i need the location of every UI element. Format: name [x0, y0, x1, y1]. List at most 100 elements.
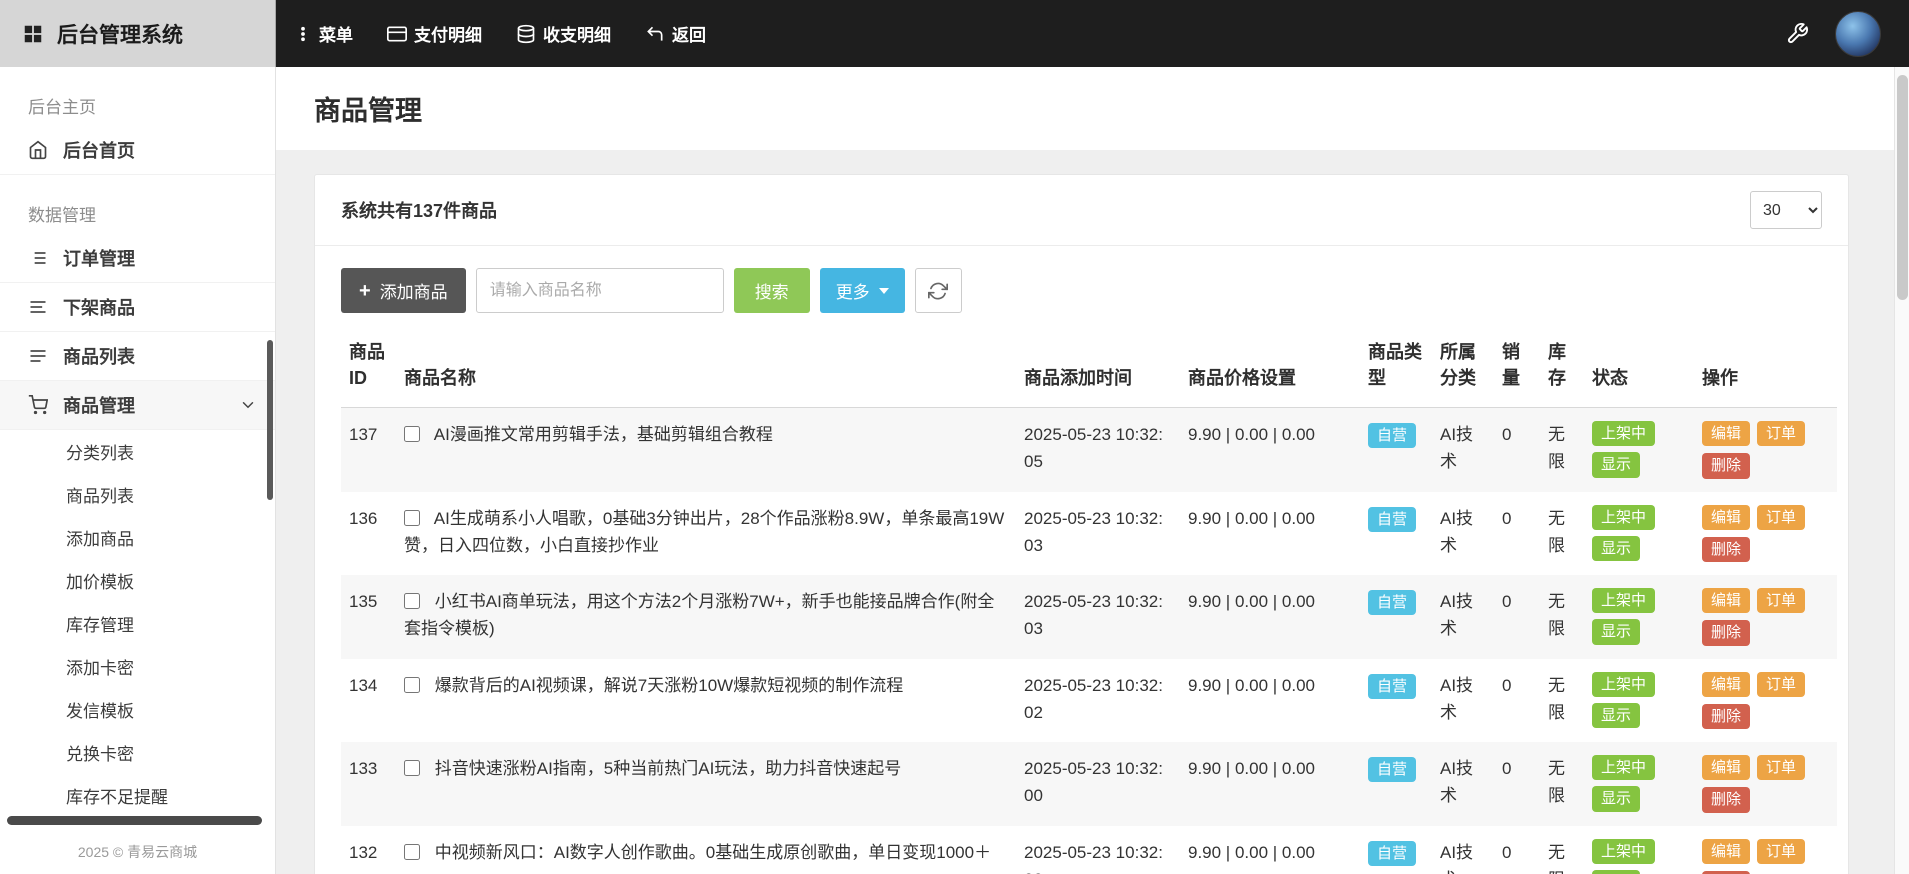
submenu-markup-template[interactable]: 加价模板 [0, 559, 275, 602]
action-button-primary[interactable]: 订单 [1757, 588, 1805, 613]
sidebar-horizontal-scrollbar[interactable] [7, 816, 262, 825]
topnav-balance-detail[interactable]: 收支明细 [516, 21, 611, 46]
status-badge[interactable]: 上架中 [1592, 421, 1655, 446]
action-button-primary[interactable]: 订单 [1757, 839, 1805, 864]
status-badge[interactable]: 上架中 [1592, 672, 1655, 697]
status-badge[interactable]: 上架中 [1592, 755, 1655, 780]
product-status-cell: 上架中显示 [1584, 492, 1694, 576]
cart-icon [28, 395, 48, 415]
action-button-delete[interactable]: 删除 [1702, 453, 1750, 478]
submenu-add-product[interactable]: 添加商品 [0, 516, 275, 559]
product-stock-cell: 无限 [1540, 408, 1584, 492]
col-actions: 操作 [1694, 331, 1837, 408]
topnav-menu[interactable]: 菜单 [294, 21, 353, 46]
topnav-payment-detail[interactable]: 支付明细 [387, 21, 482, 46]
status-badge[interactable]: 显示 [1592, 536, 1640, 561]
sidebar-vertical-scrollbar[interactable] [267, 340, 273, 500]
sidebar-item-label: 商品管理 [63, 392, 135, 418]
status-badge[interactable]: 显示 [1592, 619, 1640, 644]
status-badge[interactable]: 上架中 [1592, 839, 1655, 864]
product-name-cell: 中视频新风口：AI数字人创作歌曲。0基础生成原创歌曲，单日变现1000＋ [396, 826, 1016, 874]
product-card: 系统共有137件商品 30 + 添加商品 搜索 更多 [314, 174, 1849, 874]
product-time-cell: 2025-05-23 10:32:03 [1016, 492, 1180, 576]
sidebar-item-orders[interactable]: 订单管理 [0, 234, 275, 283]
action-button-delete[interactable]: 删除 [1702, 704, 1750, 729]
action-button-primary[interactable]: 订单 [1757, 505, 1805, 530]
search-input[interactable] [476, 268, 724, 313]
col-status: 状态 [1584, 331, 1694, 408]
action-button-primary[interactable]: 编辑 [1702, 839, 1750, 864]
page-scrollbar-thumb[interactable] [1897, 75, 1908, 300]
product-type-cell: 自营 [1360, 408, 1432, 492]
submenu-mail-template[interactable]: 发信模板 [0, 688, 275, 731]
sidebar-item-delisted-products[interactable]: 下架商品 [0, 283, 275, 332]
sidebar-footer: 2025 © 青易云商城 [0, 842, 275, 862]
sidebar-submenu: 分类列表 商品列表 添加商品 加价模板 库存管理 添加卡密 发信模板 兑换卡密 … [0, 430, 275, 817]
product-category-cell: AI技术 [1432, 408, 1494, 492]
action-button-primary[interactable]: 编辑 [1702, 672, 1750, 697]
sidebar: 后台主页 后台首页 数据管理 订单管理 下架商品 商品列表 商品管理 分类列表 … [0, 67, 276, 874]
sidebar-item-dashboard[interactable]: 后台首页 [0, 126, 275, 175]
status-badge[interactable]: 上架中 [1592, 505, 1655, 530]
product-sales-cell: 0 [1494, 492, 1540, 576]
top-navigation: 菜单 支付明细 收支明细 返回 [294, 21, 706, 46]
refresh-icon [928, 281, 948, 301]
product-stock-cell: 无限 [1540, 492, 1584, 576]
topnav-back[interactable]: 返回 [645, 21, 706, 46]
status-badge[interactable]: 显示 [1592, 703, 1640, 728]
sidebar-item-product-management[interactable]: 商品管理 [0, 381, 275, 430]
submenu-low-stock-alert[interactable]: 库存不足提醒 [0, 774, 275, 817]
sidebar-item-product-list[interactable]: 商品列表 [0, 332, 275, 381]
menu-dots-icon [294, 25, 312, 43]
status-badge[interactable]: 显示 [1592, 452, 1640, 477]
submenu-redeem-card-key[interactable]: 兑换卡密 [0, 731, 275, 774]
product-id-cell: 133 [341, 742, 396, 826]
page-size-select[interactable]: 30 [1750, 191, 1822, 229]
product-name-text: 中视频新风口：AI数字人创作歌曲。0基础生成原创歌曲，单日变现1000＋ [435, 843, 991, 862]
app-logo[interactable]: 后台管理系统 [0, 0, 276, 67]
add-product-button[interactable]: + 添加商品 [341, 268, 466, 313]
action-button-primary[interactable]: 订单 [1757, 755, 1805, 780]
submenu-add-card-key[interactable]: 添加卡密 [0, 645, 275, 688]
submenu-category-list[interactable]: 分类列表 [0, 430, 275, 473]
product-status-cell: 上架中显示 [1584, 408, 1694, 492]
status-badge[interactable]: 显示 [1592, 786, 1640, 811]
status-badge[interactable]: 显示 [1592, 870, 1640, 874]
action-button-primary[interactable]: 订单 [1757, 421, 1805, 446]
row-checkbox[interactable] [404, 677, 420, 693]
action-button-delete[interactable]: 删除 [1702, 537, 1750, 562]
action-button-primary[interactable]: 编辑 [1702, 588, 1750, 613]
product-id-cell: 135 [341, 575, 396, 659]
product-type-cell: 自营 [1360, 826, 1432, 874]
product-name-cell: 爆款背后的AI视频课，解说7天涨粉10W爆款短视频的制作流程 [396, 659, 1016, 743]
submenu-stock-management[interactable]: 库存管理 [0, 602, 275, 645]
action-button-primary[interactable]: 订单 [1757, 672, 1805, 697]
product-status-cell: 上架中显示 [1584, 575, 1694, 659]
row-checkbox[interactable] [404, 593, 420, 609]
row-checkbox[interactable] [404, 426, 420, 442]
refresh-button[interactable] [915, 268, 962, 313]
type-badge: 自营 [1368, 674, 1416, 699]
list-icon [28, 346, 48, 366]
product-table: 商品ID 商品名称 商品添加时间 商品价格设置 商品类型 所属分类 销量 库存 … [341, 331, 1837, 874]
product-type-cell: 自营 [1360, 575, 1432, 659]
product-id-cell: 136 [341, 492, 396, 576]
action-button-primary[interactable]: 编辑 [1702, 421, 1750, 446]
row-checkbox[interactable] [404, 510, 420, 526]
status-badge[interactable]: 上架中 [1592, 588, 1655, 613]
product-stock-cell: 无限 [1540, 659, 1584, 743]
product-status-cell: 上架中显示 [1584, 826, 1694, 874]
user-avatar[interactable] [1835, 11, 1881, 57]
row-checkbox[interactable] [404, 844, 420, 860]
action-button-primary[interactable]: 编辑 [1702, 505, 1750, 530]
action-button-delete[interactable]: 删除 [1702, 787, 1750, 812]
more-dropdown-button[interactable]: 更多 [820, 268, 905, 313]
page-scrollbar-track[interactable] [1894, 67, 1909, 874]
submenu-product-list[interactable]: 商品列表 [0, 473, 275, 516]
action-button-delete[interactable]: 删除 [1702, 620, 1750, 645]
card-header: 系统共有137件商品 30 [315, 175, 1848, 246]
search-button[interactable]: 搜索 [734, 268, 810, 313]
action-button-primary[interactable]: 编辑 [1702, 755, 1750, 780]
wrench-icon[interactable] [1786, 22, 1809, 45]
row-checkbox[interactable] [404, 760, 420, 776]
